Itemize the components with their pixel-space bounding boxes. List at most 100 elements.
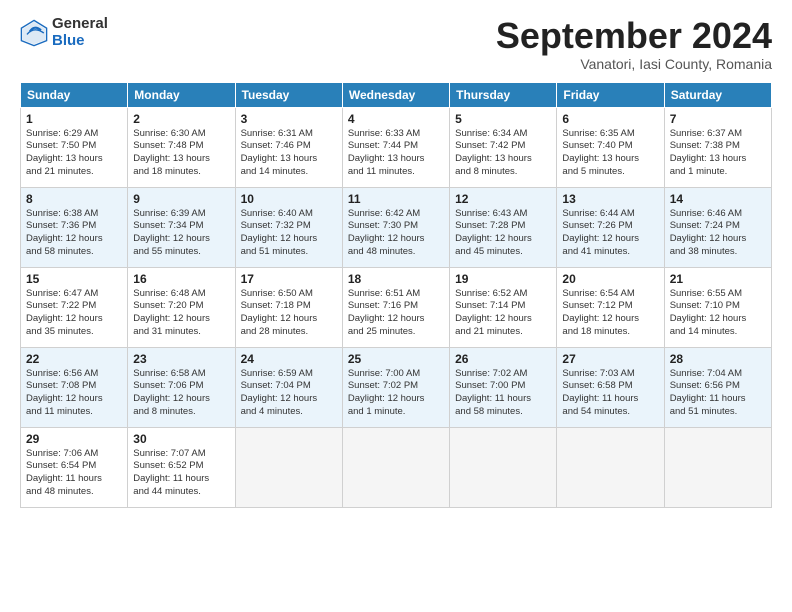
weekday-header-sunday: Sunday [21, 82, 128, 107]
day-info: Sunrise: 6:51 AM Sunset: 7:16 PM Dayligh… [348, 288, 444, 339]
weekday-header-tuesday: Tuesday [235, 82, 342, 107]
day-number: 10 [241, 192, 337, 206]
calendar-cell: 25 Sunrise: 7:00 AM Sunset: 7:02 PM Dayli… [342, 347, 449, 427]
calendar-cell: 10 Sunrise: 6:40 AM Sunset: 7:32 PM Dayli… [235, 187, 342, 267]
logo-blue-text: Blue [52, 33, 108, 50]
calendar-week-1: 1 Sunrise: 6:29 AM Sunset: 7:50 PM Daylig… [21, 107, 772, 187]
day-info: Sunrise: 7:03 AM Sunset: 6:58 PM Dayligh… [562, 368, 658, 419]
weekday-header-monday: Monday [128, 82, 235, 107]
month-title: September 2024 [496, 16, 772, 56]
day-info: Sunrise: 6:58 AM Sunset: 7:06 PM Dayligh… [133, 368, 229, 419]
day-info: Sunrise: 6:37 AM Sunset: 7:38 PM Dayligh… [670, 128, 766, 179]
calendar-cell: 8 Sunrise: 6:38 AM Sunset: 7:36 PM Daylig… [21, 187, 128, 267]
day-number: 21 [670, 272, 766, 286]
calendar-cell [664, 427, 771, 507]
calendar-cell: 2 Sunrise: 6:30 AM Sunset: 7:48 PM Daylig… [128, 107, 235, 187]
calendar-cell: 14 Sunrise: 6:46 AM Sunset: 7:24 PM Dayli… [664, 187, 771, 267]
day-info: Sunrise: 6:40 AM Sunset: 7:32 PM Dayligh… [241, 208, 337, 259]
day-info: Sunrise: 7:00 AM Sunset: 7:02 PM Dayligh… [348, 368, 444, 419]
day-info: Sunrise: 6:48 AM Sunset: 7:20 PM Dayligh… [133, 288, 229, 339]
calendar-cell: 3 Sunrise: 6:31 AM Sunset: 7:46 PM Daylig… [235, 107, 342, 187]
calendar-cell [235, 427, 342, 507]
day-number: 6 [562, 112, 658, 126]
calendar-cell: 21 Sunrise: 6:55 AM Sunset: 7:10 PM Dayli… [664, 267, 771, 347]
day-info: Sunrise: 6:33 AM Sunset: 7:44 PM Dayligh… [348, 128, 444, 179]
day-info: Sunrise: 7:06 AM Sunset: 6:54 PM Dayligh… [26, 448, 122, 499]
day-number: 25 [348, 352, 444, 366]
logo-icon [20, 19, 48, 47]
calendar-week-2: 8 Sunrise: 6:38 AM Sunset: 7:36 PM Daylig… [21, 187, 772, 267]
day-number: 12 [455, 192, 551, 206]
calendar-cell: 1 Sunrise: 6:29 AM Sunset: 7:50 PM Daylig… [21, 107, 128, 187]
day-number: 14 [670, 192, 766, 206]
calendar-cell: 24 Sunrise: 6:59 AM Sunset: 7:04 PM Dayli… [235, 347, 342, 427]
calendar-cell: 28 Sunrise: 7:04 AM Sunset: 6:56 PM Dayli… [664, 347, 771, 427]
calendar-cell [557, 427, 664, 507]
day-number: 11 [348, 192, 444, 206]
day-number: 28 [670, 352, 766, 366]
title-block: September 2024 Vanatori, Iasi County, Ro… [496, 16, 772, 72]
logo-text: General Blue [52, 16, 108, 49]
calendar-week-3: 15 Sunrise: 6:47 AM Sunset: 7:22 PM Dayli… [21, 267, 772, 347]
day-info: Sunrise: 6:39 AM Sunset: 7:34 PM Dayligh… [133, 208, 229, 259]
calendar-week-4: 22Sunrise: 6:56 AM Sunset: 7:08 PM Dayli… [21, 347, 772, 427]
day-info: Sunrise: 6:50 AM Sunset: 7:18 PM Dayligh… [241, 288, 337, 339]
day-number: 13 [562, 192, 658, 206]
calendar-cell: 22Sunrise: 6:56 AM Sunset: 7:08 PM Dayli… [21, 347, 128, 427]
header: General Blue September 2024 Vanatori, Ia… [20, 16, 772, 72]
day-number: 4 [348, 112, 444, 126]
calendar-cell: 27Sunrise: 7:03 AM Sunset: 6:58 PM Dayli… [557, 347, 664, 427]
day-info: Sunrise: 6:54 AM Sunset: 7:12 PM Dayligh… [562, 288, 658, 339]
day-info: Sunrise: 6:35 AM Sunset: 7:40 PM Dayligh… [562, 128, 658, 179]
weekday-header-row: SundayMondayTuesdayWednesdayThursdayFrid… [21, 82, 772, 107]
day-number: 24 [241, 352, 337, 366]
calendar-cell [450, 427, 557, 507]
logo-general-text: General [52, 16, 108, 33]
calendar-cell: 6 Sunrise: 6:35 AM Sunset: 7:40 PM Daylig… [557, 107, 664, 187]
day-info: Sunrise: 7:02 AM Sunset: 7:00 PM Dayligh… [455, 368, 551, 419]
day-info: Sunrise: 6:59 AM Sunset: 7:04 PM Dayligh… [241, 368, 337, 419]
day-info: Sunrise: 6:52 AM Sunset: 7:14 PM Dayligh… [455, 288, 551, 339]
day-info: Sunrise: 6:43 AM Sunset: 7:28 PM Dayligh… [455, 208, 551, 259]
day-number: 3 [241, 112, 337, 126]
day-number: 2 [133, 112, 229, 126]
calendar-cell: 19 Sunrise: 6:52 AM Sunset: 7:14 PM Dayli… [450, 267, 557, 347]
day-info: Sunrise: 7:04 AM Sunset: 6:56 PM Dayligh… [670, 368, 766, 419]
calendar-cell: 9 Sunrise: 6:39 AM Sunset: 7:34 PM Daylig… [128, 187, 235, 267]
calendar-cell [342, 427, 449, 507]
day-number: 23 [133, 352, 229, 366]
calendar-cell: 5 Sunrise: 6:34 AM Sunset: 7:42 PM Daylig… [450, 107, 557, 187]
day-number: 29 [26, 432, 122, 446]
day-number: 8 [26, 192, 122, 206]
calendar-cell: 11Sunrise: 6:42 AM Sunset: 7:30 PM Dayli… [342, 187, 449, 267]
day-info: Sunrise: 6:31 AM Sunset: 7:46 PM Dayligh… [241, 128, 337, 179]
day-info: Sunrise: 6:55 AM Sunset: 7:10 PM Dayligh… [670, 288, 766, 339]
logo: General Blue [20, 16, 108, 49]
day-info: Sunrise: 6:47 AM Sunset: 7:22 PM Dayligh… [26, 288, 122, 339]
location-subtitle: Vanatori, Iasi County, Romania [496, 56, 772, 72]
calendar-cell: 26Sunrise: 7:02 AM Sunset: 7:00 PM Dayli… [450, 347, 557, 427]
weekday-header-friday: Friday [557, 82, 664, 107]
calendar-cell: 23 Sunrise: 6:58 AM Sunset: 7:06 PM Dayli… [128, 347, 235, 427]
day-number: 15 [26, 272, 122, 286]
day-number: 30 [133, 432, 229, 446]
day-info: Sunrise: 6:38 AM Sunset: 7:36 PM Dayligh… [26, 208, 122, 259]
day-number: 9 [133, 192, 229, 206]
day-number: 1 [26, 112, 122, 126]
calendar-cell: 18Sunrise: 6:51 AM Sunset: 7:16 PM Dayli… [342, 267, 449, 347]
day-number: 7 [670, 112, 766, 126]
day-info: Sunrise: 6:29 AM Sunset: 7:50 PM Dayligh… [26, 128, 122, 179]
day-number: 5 [455, 112, 551, 126]
calendar-cell: 13 Sunrise: 6:44 AM Sunset: 7:26 PM Dayli… [557, 187, 664, 267]
day-info: Sunrise: 6:44 AM Sunset: 7:26 PM Dayligh… [562, 208, 658, 259]
day-info: Sunrise: 6:56 AM Sunset: 7:08 PM Dayligh… [26, 368, 122, 419]
day-info: Sunrise: 6:30 AM Sunset: 7:48 PM Dayligh… [133, 128, 229, 179]
day-info: Sunrise: 7:07 AM Sunset: 6:52 PM Dayligh… [133, 448, 229, 499]
calendar-week-5: 29 Sunrise: 7:06 AM Sunset: 6:54 PM Dayli… [21, 427, 772, 507]
day-info: Sunrise: 6:46 AM Sunset: 7:24 PM Dayligh… [670, 208, 766, 259]
calendar-cell: 16Sunrise: 6:48 AM Sunset: 7:20 PM Dayli… [128, 267, 235, 347]
weekday-header-thursday: Thursday [450, 82, 557, 107]
day-info: Sunrise: 6:34 AM Sunset: 7:42 PM Dayligh… [455, 128, 551, 179]
day-number: 19 [455, 272, 551, 286]
calendar-cell: 4 Sunrise: 6:33 AM Sunset: 7:44 PM Daylig… [342, 107, 449, 187]
